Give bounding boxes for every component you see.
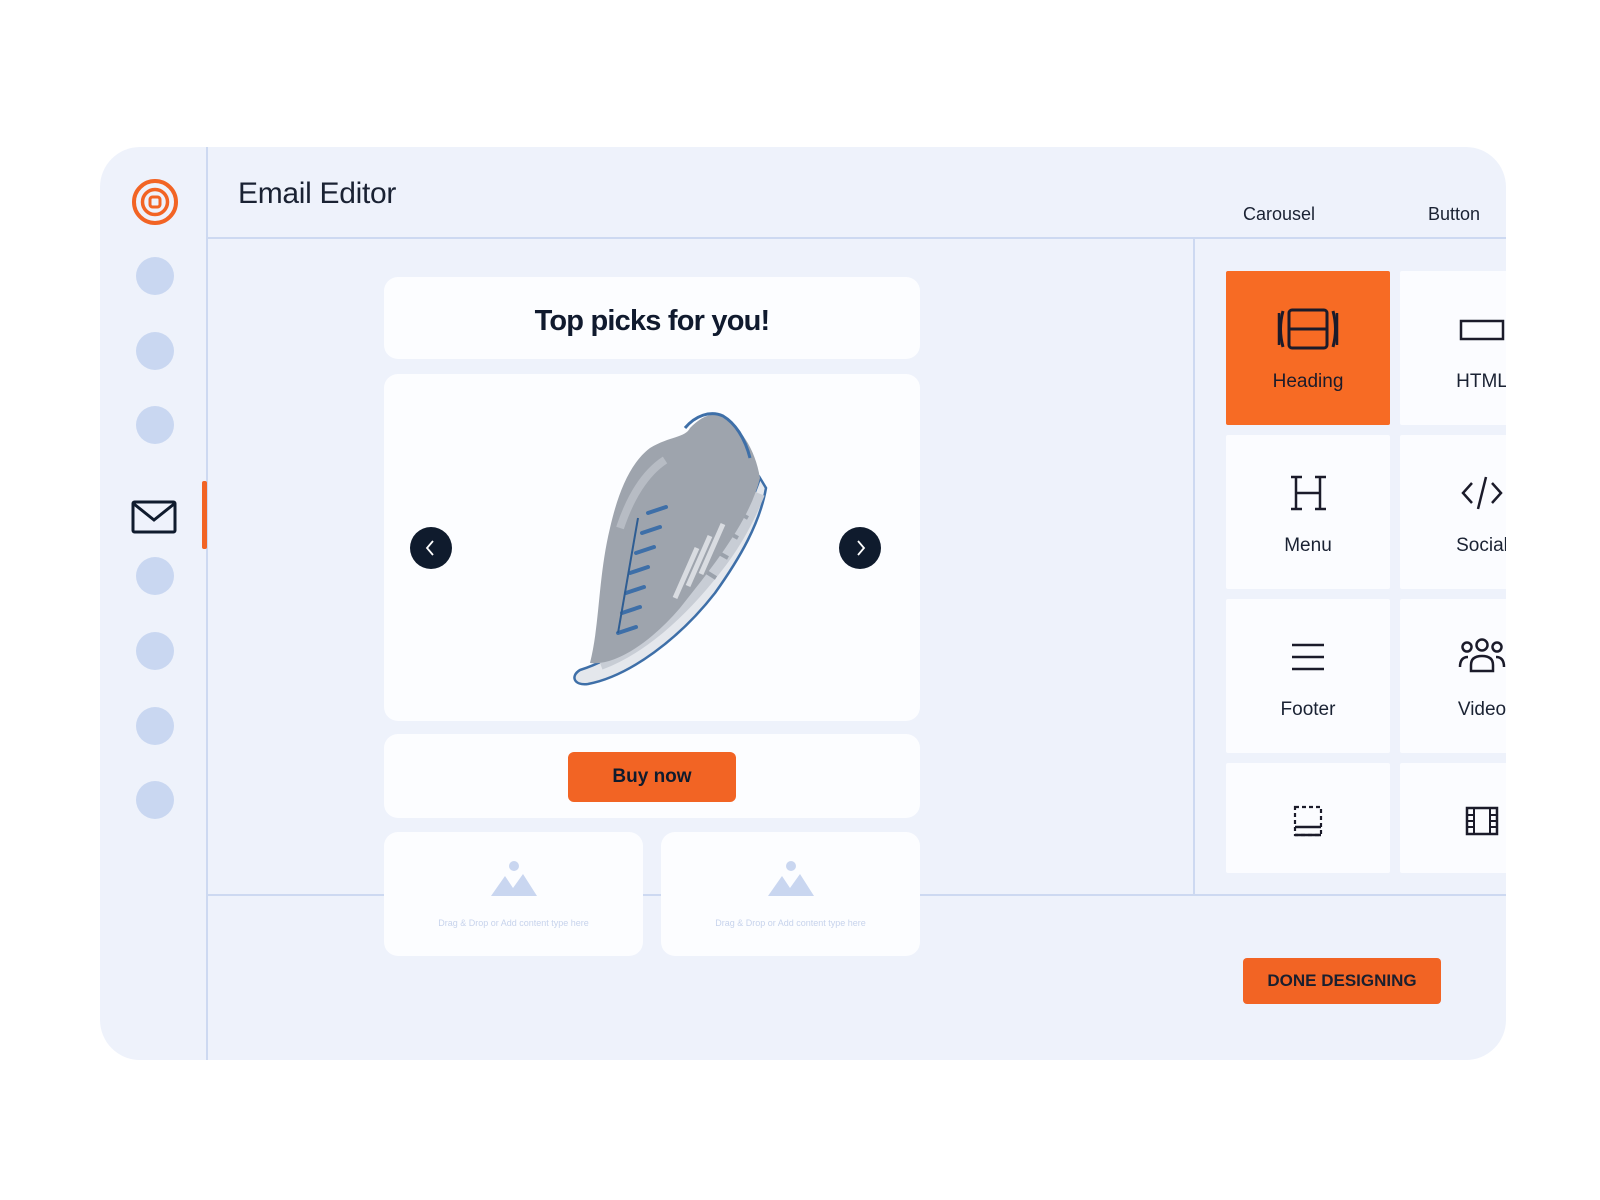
buy-now-button[interactable]: Buy now	[568, 752, 736, 802]
block-menu[interactable]: Menu	[1226, 435, 1390, 589]
carousel-block[interactable]	[384, 374, 920, 721]
block-film[interactable]	[1400, 763, 1506, 873]
carousel-next-button[interactable]	[839, 527, 881, 569]
drop-zone-left[interactable]: Drag & Drop or Add content type here	[384, 832, 643, 956]
block-label: Menu	[1284, 535, 1332, 556]
header: Email Editor Carousel Button	[208, 147, 1506, 239]
carousel-icon	[1277, 308, 1339, 350]
block-label: Heading	[1272, 371, 1344, 392]
email-editor-window: Email Editor Carousel Button Top picks f…	[100, 147, 1506, 1060]
drop-zone-text: Drag & Drop or Add content type here	[715, 918, 866, 928]
tab-carousel[interactable]: Carousel	[1243, 204, 1315, 225]
menu-icon	[1292, 643, 1324, 671]
people-icon	[1458, 638, 1506, 673]
sidebar-item-1[interactable]	[136, 257, 174, 295]
block-label: HTML	[1456, 371, 1506, 392]
block-footer[interactable]: Footer	[1226, 599, 1390, 753]
block-social[interactable]: Social	[1400, 435, 1506, 589]
sidebar-item-7[interactable]	[136, 707, 174, 745]
sidebar-item-2[interactable]	[136, 332, 174, 370]
image-placeholder-icon	[768, 861, 814, 896]
block-label: Footer	[1280, 699, 1336, 720]
page-title: Email Editor	[238, 177, 397, 210]
email-heading: Top picks for you!	[534, 305, 771, 337]
drop-zone-text: Drag & Drop or Add content type here	[438, 918, 589, 928]
mail-icon[interactable]	[131, 499, 177, 535]
sidebar-item-8[interactable]	[136, 781, 174, 819]
carousel-prev-button[interactable]	[410, 527, 452, 569]
sidebar-rail	[100, 147, 208, 1060]
block-label: Social	[1456, 535, 1506, 556]
sidebar-item-3[interactable]	[136, 406, 174, 444]
button-icon	[1459, 319, 1505, 341]
film-icon	[1465, 806, 1499, 836]
button-block[interactable]: Buy now	[384, 734, 920, 818]
drop-zone-right[interactable]: Drag & Drop or Add content type here	[661, 832, 920, 956]
heading-icon	[1291, 475, 1326, 511]
sidebar-active-indicator	[202, 481, 207, 549]
block-label: Video	[1457, 699, 1506, 720]
logo-icon[interactable]	[132, 179, 178, 225]
code-icon	[1461, 476, 1503, 510]
done-designing-button[interactable]: DONE DESIGNING	[1243, 958, 1441, 1004]
block-video[interactable]: Video	[1400, 599, 1506, 753]
tab-button[interactable]: Button	[1428, 204, 1480, 225]
panel-divider	[1193, 239, 1195, 896]
image-placeholder-icon	[491, 861, 537, 896]
block-heading[interactable]: Heading	[1226, 271, 1390, 425]
block-layout[interactable]	[1226, 763, 1390, 873]
heading-block[interactable]: Top picks for you!	[384, 277, 920, 359]
sidebar-item-6[interactable]	[136, 632, 174, 670]
block-html[interactable]: HTML	[1400, 271, 1506, 425]
chevron-left-icon	[425, 540, 434, 556]
footer-icon	[1293, 805, 1323, 837]
sidebar-item-5[interactable]	[136, 557, 174, 595]
running-shoe-image	[573, 412, 768, 686]
chevron-right-icon	[857, 540, 866, 556]
